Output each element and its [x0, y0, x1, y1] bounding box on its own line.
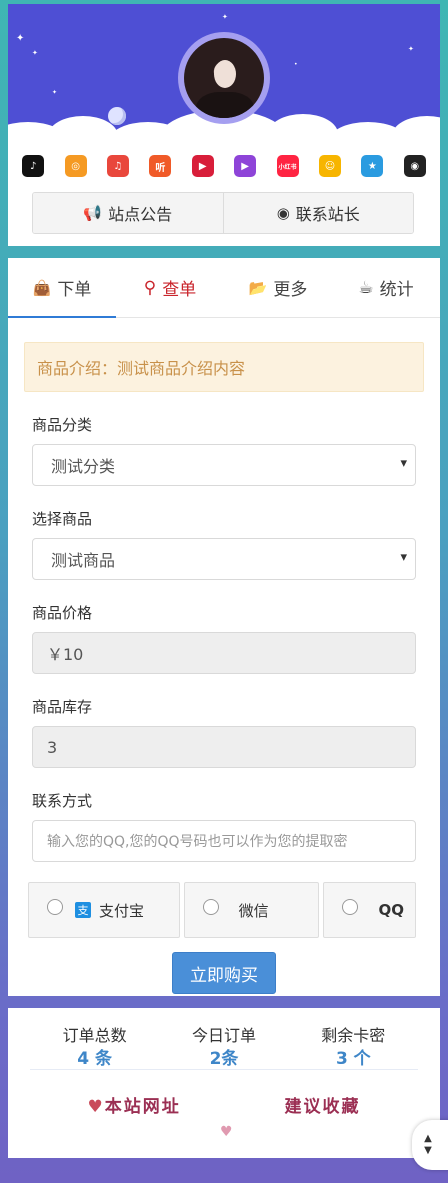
stat-remaining-cards: 剩余卡密 3 个: [293, 1022, 413, 1069]
moon-decoration: [108, 107, 126, 125]
weishi-icon[interactable]: ☺: [318, 155, 341, 177]
megaphone-icon: 📢: [83, 204, 103, 222]
favorite-right-text: 建议收藏: [284, 1097, 361, 1117]
avatar-ring: [178, 32, 270, 124]
wechat-label: 微信: [238, 901, 269, 920]
pay-alipay-option[interactable]: 支 支付宝: [28, 882, 180, 938]
shopping-bag-icon: 👜: [32, 278, 52, 297]
star-decoration: •: [294, 61, 298, 68]
qq-radio[interactable]: [342, 899, 359, 915]
chevron-up-icon: ▲: [424, 1133, 432, 1144]
stats-card: 订单总数 4 条 今日订单 2条 剩余卡密 3 个 ♥本站网址 建议收藏 ♥: [8, 1008, 440, 1158]
tab-stats-label: 统计: [379, 280, 414, 300]
category-select-value: 测试分类: [51, 457, 116, 476]
buy-now-button[interactable]: 立即购买: [172, 952, 276, 994]
star-decoration: ✦: [222, 13, 228, 21]
star-decoration: ✦: [16, 33, 25, 44]
folder-open-icon: 📂: [248, 278, 268, 297]
header-card: ✦ ✦ ✦ ✦ ✦ • ♪ ◎ ♫ 听 ▶ ▶ 小红书 ☺ ★ ◉ 📢 站点公告 ◉ 联系站长: [8, 4, 440, 246]
alipay-radio[interactable]: [47, 899, 63, 915]
avatar: [184, 38, 264, 118]
contact-placeholder: 输入您的QQ,您的QQ号码也可以作为您的提取密: [47, 834, 348, 850]
tab-stats[interactable]: ☕ 统计: [332, 258, 440, 317]
contact-admin-button[interactable]: ◉ 联系站长: [222, 193, 413, 233]
tab-order[interactable]: 👜 下单: [8, 258, 116, 317]
tab-query-label: 查单: [162, 280, 197, 300]
tab-bar: 👜 下单 ⚲ 查单 📂 更多 ☕ 统计: [8, 258, 440, 318]
app-icon-row: ♪ ◎ ♫ 听 ▶ ▶ 小红书 ☺ ★ ◉: [8, 150, 440, 182]
alipay-label: 支付宝: [99, 901, 145, 920]
xiaohongshu-icon[interactable]: 小红书: [276, 155, 299, 177]
stat-total-orders-value: 4 条: [77, 1049, 113, 1069]
stat-remaining-value: 3 个: [335, 1049, 371, 1069]
tab-query[interactable]: ⚲ 查单: [116, 258, 224, 317]
stat-today-orders-value: 2条: [209, 1049, 239, 1069]
tab-more[interactable]: 📂 更多: [224, 258, 332, 317]
stock-value: 3: [47, 737, 58, 757]
favorite-left-text: 本站网址: [104, 1097, 181, 1117]
stat-today-orders-label: 今日订单: [191, 1026, 256, 1045]
chevron-down-icon: ▼: [424, 1145, 432, 1156]
music-icon[interactable]: ♫: [106, 155, 129, 177]
contact-label: 联系方式: [32, 792, 93, 810]
price-label: 商品价格: [32, 604, 93, 622]
active-tab-indicator: [8, 316, 116, 318]
cloud-decoration: [392, 116, 440, 144]
qq-label: QQ: [378, 901, 404, 919]
site-notice-button[interactable]: 📢 站点公告: [33, 193, 223, 233]
header-button-group: 📢 站点公告 ◉ 联系站长: [32, 192, 414, 234]
stock-label: 商品库存: [32, 698, 93, 716]
product-select[interactable]: 测试商品: [32, 538, 416, 580]
qq-penguin-icon: ◉: [276, 204, 290, 222]
tab-more-label: 更多: [273, 280, 308, 300]
tab-order-label: 下单: [57, 280, 92, 300]
stat-total-orders: 订单总数 4 条: [35, 1022, 155, 1069]
alipay-icon: 支: [75, 902, 91, 918]
wechat-radio[interactable]: [202, 899, 219, 915]
price-field: ￥10: [32, 632, 416, 674]
media-gradient-icon[interactable]: ▶: [234, 155, 257, 177]
stock-field: 3: [32, 726, 416, 768]
bookmark-site-banner: ♥本站网址 建议收藏: [8, 1092, 440, 1117]
order-card: 👜 下单 ⚲ 查单 📂 更多 ☕ 统计 商品介绍：测试商品介绍内容 商品分类 测…: [8, 258, 440, 996]
stat-total-orders-label: 订单总数: [62, 1026, 127, 1045]
site-notice-label: 站点公告: [108, 205, 173, 224]
heart-icon: ♥: [220, 1124, 233, 1140]
stat-remaining-label: 剩余卡密: [321, 1026, 386, 1045]
coffee-cup-icon: ☕: [358, 277, 374, 298]
ting-icon[interactable]: 听: [149, 155, 172, 177]
app-orange-icon[interactable]: ◎: [64, 155, 87, 177]
stats-row: 订单总数 4 条 今日订单 2条 剩余卡密 3 个: [30, 1008, 418, 1070]
pay-wechat-option[interactable]: 微信: [183, 882, 320, 938]
category-select[interactable]: 测试分类: [32, 444, 416, 486]
stat-today-orders: 今日订单 2条: [164, 1022, 284, 1069]
qq-penguin-icon[interactable]: ◉: [403, 155, 426, 177]
contact-admin-label: 联系站长: [295, 205, 360, 224]
star-decoration: ✦: [32, 49, 38, 57]
product-label: 选择商品: [32, 510, 93, 528]
contact-input[interactable]: 输入您的QQ,您的QQ号码也可以作为您的提取密: [32, 820, 416, 862]
category-label: 商品分类: [32, 416, 93, 434]
pay-qq-option[interactable]: QQ: [323, 882, 416, 938]
product-select-value: 测试商品: [51, 551, 116, 570]
search-icon: ⚲: [143, 277, 157, 298]
star-icon[interactable]: ★: [361, 155, 384, 177]
payment-options: 支 支付宝 微信 QQ: [28, 882, 416, 938]
product-intro-notice: 商品介绍：测试商品介绍内容: [24, 342, 424, 392]
star-decoration: ✦: [408, 45, 414, 53]
video-play-icon[interactable]: ▶: [191, 155, 214, 177]
scroll-top-bottom-button[interactable]: ▲ ▼: [412, 1120, 448, 1170]
douyin-icon[interactable]: ♪: [22, 155, 45, 177]
price-value: ￥10: [47, 645, 84, 664]
heart-icon: ♥: [87, 1097, 105, 1117]
star-decoration: ✦: [52, 89, 58, 96]
